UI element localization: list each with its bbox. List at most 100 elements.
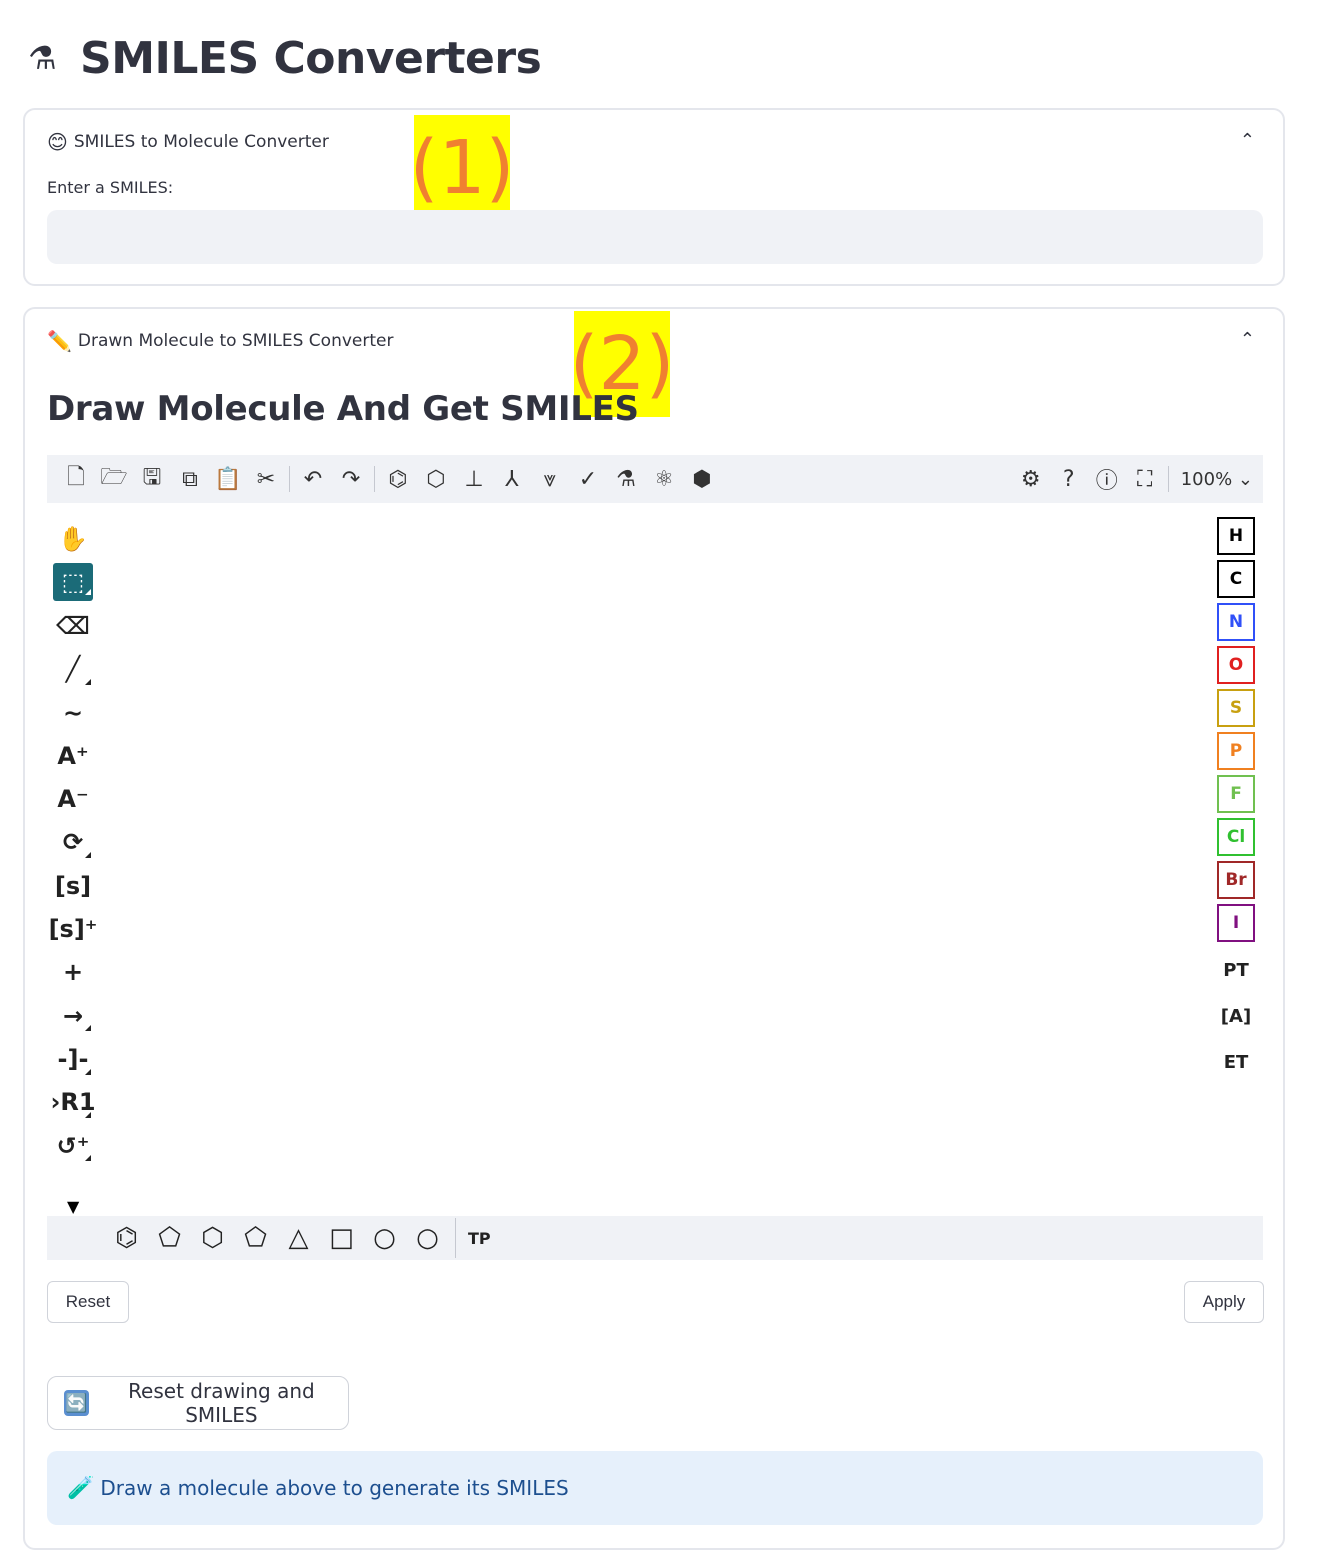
- submenu-corner-icon: [85, 1155, 91, 1162]
- info-text: Draw a molecule above to generate its SM…: [100, 1476, 569, 1500]
- template-add-icon[interactable]: ↺⁺: [53, 1124, 93, 1167]
- cyclopentane-icon[interactable]: ⬠: [234, 1218, 277, 1258]
- copy-icon[interactable]: ⧉: [171, 460, 209, 498]
- mapping-icon[interactable]: ⚛: [645, 460, 683, 498]
- settings-icon[interactable]: ⚙: [1012, 460, 1050, 498]
- select-icon[interactable]: ⬚: [53, 563, 93, 602]
- cut-icon[interactable]: ✂: [247, 460, 285, 498]
- drawn-molecule-header[interactable]: ✏️ Drawn Molecule to SMILES Converter: [47, 329, 393, 353]
- any-atom-icon[interactable]: [A]: [1217, 993, 1255, 1039]
- collapse-chevron-icon[interactable]: ⌃: [1240, 130, 1255, 151]
- expander-title: SMILES to Molecule Converter: [73, 132, 329, 152]
- more-tools-icon[interactable]: ▼: [67, 1197, 79, 1216]
- atom-button-br[interactable]: Br: [1217, 861, 1255, 899]
- periodic-table-icon[interactable]: PT: [1217, 947, 1255, 993]
- open-folder-icon[interactable]: 🗁: [95, 460, 133, 498]
- atom-button-i[interactable]: I: [1217, 904, 1255, 942]
- section-heading: Draw Molecule And Get SMILES: [47, 389, 639, 429]
- collapse-chevron-icon[interactable]: ⌃: [1240, 329, 1255, 350]
- chain-icon[interactable]: ∼: [53, 691, 93, 734]
- submenu-corner-icon: [85, 1025, 91, 1032]
- smile-emoji-icon: 😊: [47, 130, 68, 154]
- charge-plus-icon[interactable]: A⁺: [53, 734, 93, 777]
- undo-icon[interactable]: ↶: [294, 460, 332, 498]
- reaction-arrow-icon[interactable]: →: [53, 994, 93, 1037]
- zoom-select[interactable]: 100% ⌄: [1181, 469, 1253, 490]
- bond-icon[interactable]: ╱: [53, 648, 93, 691]
- hand-icon-glyph: ✋: [58, 524, 88, 553]
- charge-minus-icon-glyph: A⁻: [57, 785, 89, 814]
- page-title: ⚗ SMILES Converters: [28, 30, 542, 86]
- sgroup-add-icon-glyph: [s]⁺: [48, 915, 98, 944]
- info-message: 🧪 Draw a molecule above to generate its …: [47, 1451, 1263, 1525]
- toolbar-divider: [1167, 466, 1169, 492]
- paste-icon[interactable]: 📋: [209, 460, 247, 498]
- redo-icon[interactable]: ↷: [332, 460, 370, 498]
- analyse-icon[interactable]: ⚗: [607, 460, 645, 498]
- atom-button-s[interactable]: S: [1217, 689, 1255, 727]
- smiles-to-molecule-expander: 😊 SMILES to Molecule Converter ⌃ (1) Ent…: [23, 108, 1285, 286]
- select-icon-glyph: ⬚: [61, 568, 85, 597]
- hand-icon[interactable]: ✋: [53, 517, 93, 560]
- new-file-icon[interactable]: 🗋: [57, 460, 95, 498]
- zoom-value: 100%: [1180, 468, 1233, 490]
- cyclohexane-icon[interactable]: ⬡: [191, 1218, 234, 1258]
- about-icon[interactable]: ⓘ: [1088, 460, 1126, 498]
- sgroup-add-icon[interactable]: [s]⁺: [49, 907, 98, 950]
- drawn-molecule-expander: ✏️ Drawn Molecule to SMILES Converter ⌃ …: [23, 307, 1285, 1550]
- atom-button-h[interactable]: H: [1217, 517, 1255, 555]
- reaction-map-icon[interactable]: -]-: [53, 1037, 93, 1080]
- cycloheptane-icon[interactable]: ○: [363, 1218, 406, 1258]
- reset-drawing-button[interactable]: 🔄 Reset drawing and SMILES: [47, 1376, 349, 1430]
- check-icon[interactable]: ✓: [569, 460, 607, 498]
- cyclopentadiene-icon[interactable]: ⬠: [148, 1218, 191, 1258]
- atom-button-cl[interactable]: Cl: [1217, 818, 1255, 856]
- clean-icon[interactable]: ⅄: [493, 460, 531, 498]
- cyclooctane-icon[interactable]: ○: [406, 1218, 449, 1258]
- cyclopropane-icon[interactable]: △: [277, 1218, 320, 1258]
- atom-button-c[interactable]: C: [1217, 560, 1255, 598]
- submenu-corner-icon: [85, 1111, 91, 1118]
- save-icon[interactable]: 🖫: [133, 460, 171, 498]
- extended-table-icon[interactable]: ET: [1217, 1039, 1255, 1085]
- smiles-input[interactable]: [47, 210, 1263, 264]
- atom-button-n[interactable]: N: [1217, 603, 1255, 641]
- test-tube-icon: 🧪: [67, 1475, 95, 1501]
- editor-top-toolbar: 🗋 🗁 🖫 ⧉ 📋 ✂ ↶ ↷ ⌬ ⬡ ⊥ ⅄ ⩔ ✓ ⚗ ⚛ ⬢ ⚙? ⓘ ⛶ 100% ⌄: [47, 455, 1263, 503]
- plus-icon-glyph: +: [62, 958, 84, 987]
- stereo-icon[interactable]: ⩔: [531, 460, 569, 498]
- charge-plus-icon-glyph: A⁺: [57, 741, 89, 770]
- plus-icon[interactable]: +: [53, 951, 93, 994]
- eraser-icon[interactable]: ⌫: [53, 604, 93, 647]
- bond-icon-glyph: ╱: [65, 655, 81, 684]
- dearomatize-icon[interactable]: ⬡: [417, 460, 455, 498]
- aromatize-icon[interactable]: ⌬: [379, 460, 417, 498]
- app-logo-icon: ⚗: [28, 39, 57, 77]
- atom-button-p[interactable]: P: [1217, 732, 1255, 770]
- template-library-button[interactable]: TP: [468, 1229, 491, 1248]
- 3d-view-icon[interactable]: ⬢: [683, 460, 721, 498]
- expander-title: Drawn Molecule to SMILES Converter: [77, 331, 394, 351]
- rotate-icon-glyph: ⟳: [62, 828, 84, 857]
- editor-apply-button[interactable]: Apply: [1184, 1281, 1264, 1323]
- atom-button-f[interactable]: F: [1217, 775, 1255, 813]
- cyclobutane-icon[interactable]: □: [320, 1218, 363, 1258]
- toolbar-divider: [374, 466, 375, 492]
- help-icon[interactable]: ?: [1050, 460, 1088, 498]
- eraser-icon-glyph: ⌫: [56, 611, 90, 640]
- smiles-to-molecule-header[interactable]: 😊 SMILES to Molecule Converter: [47, 130, 329, 154]
- benzene-icon[interactable]: ⌬: [105, 1218, 148, 1258]
- fullscreen-icon[interactable]: ⛶: [1126, 460, 1164, 498]
- layout-icon[interactable]: ⊥: [455, 460, 493, 498]
- submenu-corner-icon: [85, 1068, 91, 1075]
- rotate-icon[interactable]: ⟳: [53, 821, 93, 864]
- charge-minus-icon[interactable]: A⁻: [53, 777, 93, 820]
- atom-button-o[interactable]: O: [1217, 646, 1255, 684]
- editor-left-toolbar: ✋ ⬚ ⌫ ╱ ∼ A⁺ A⁻ ⟳ [s] [s]⁺ + → -]- ›R1 ↺⁺: [49, 517, 98, 1167]
- editor-reset-button[interactable]: Reset: [47, 1281, 129, 1323]
- editor-atom-palette: H C N O S P F Cl Br I PT [A] ET: [1217, 517, 1257, 1085]
- toolbar-divider: [455, 1218, 456, 1258]
- rgroup-icon[interactable]: ›R1: [50, 1081, 96, 1124]
- page-title-text: SMILES Converters: [80, 32, 542, 84]
- sgroup-icon[interactable]: [s]: [53, 864, 93, 907]
